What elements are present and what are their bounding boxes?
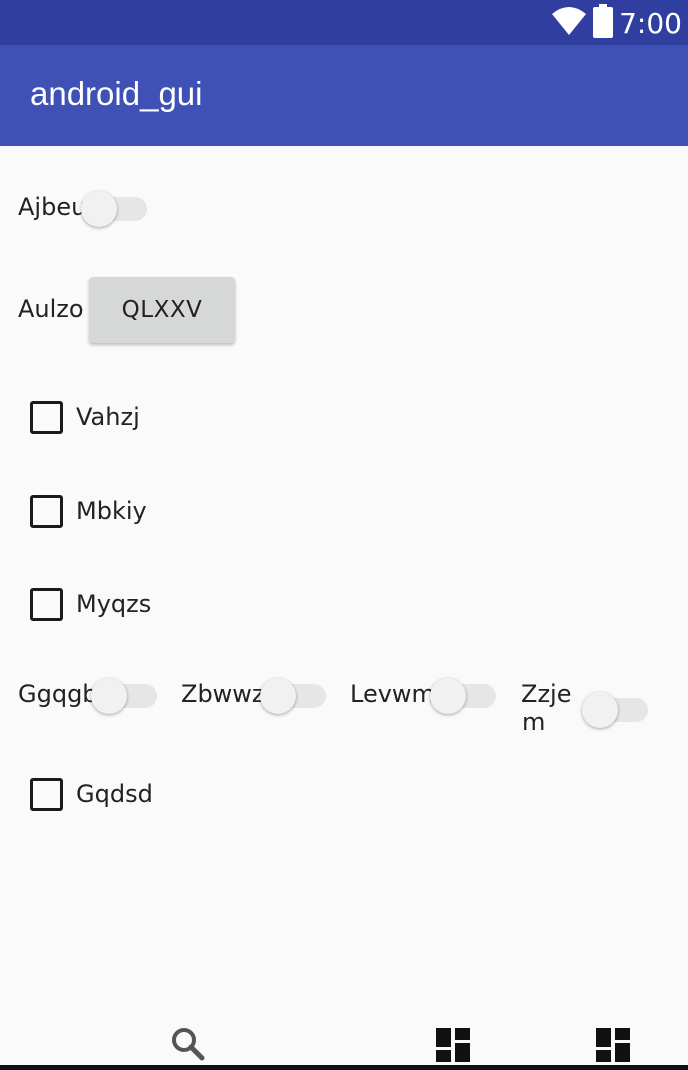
switch-levwm[interactable] [430, 672, 496, 716]
checkbox-label: Gqdsd [76, 780, 153, 808]
checkbox-box[interactable] [30, 400, 63, 434]
switch-zzjem[interactable] [582, 686, 648, 730]
bottom-nav [0, 1010, 688, 1070]
checkbox-label: Myqzs [76, 590, 152, 618]
checkbox-box[interactable] [30, 777, 63, 811]
battery-icon [593, 4, 614, 42]
switch-ggqgb[interactable] [91, 672, 157, 716]
qlxxv-button[interactable]: QLXXV [89, 277, 235, 343]
switch-zbwwz[interactable] [260, 672, 326, 716]
dashboard-icon[interactable] [436, 1028, 470, 1066]
wifi-icon [551, 6, 587, 40]
app-bar: android_gui [0, 45, 688, 146]
switch-thumb [430, 678, 466, 714]
switch-label-ajbeu: Ajbeu [18, 193, 87, 221]
switch-thumb [260, 678, 296, 714]
switch-thumb [91, 678, 127, 714]
switch-label-ggqgb: Ggqgb [18, 680, 98, 708]
switch-ajbeu[interactable] [81, 185, 147, 229]
button-row-label: Aulzo [18, 295, 84, 323]
checkbox-label: Vahzj [76, 403, 140, 431]
switch-label-levwm: Levwm [350, 680, 435, 708]
status-bar: 7:00 [0, 0, 688, 45]
checkbox-mbkiy[interactable]: Mbkiy [30, 491, 147, 531]
switch-thumb [81, 191, 117, 227]
switch-label-zzjem-line1: Zzje [521, 680, 572, 708]
status-time: 7:00 [619, 6, 682, 40]
checkbox-myqzs[interactable]: Myqzs [30, 584, 151, 624]
app-title: android_gui [30, 75, 203, 112]
checkbox-label: Mbkiy [76, 497, 147, 525]
checkbox-gqdsd[interactable]: Gqdsd [30, 774, 153, 814]
checkbox-box[interactable] [30, 587, 63, 621]
dashboard-icon[interactable] [596, 1028, 630, 1066]
checkbox-vahzj[interactable]: Vahzj [30, 397, 140, 437]
switch-label-zbwwz: Zbwwz [181, 680, 265, 708]
status-icons: 7:00 [551, 4, 682, 42]
checkbox-box[interactable] [30, 494, 63, 528]
nav-bottom-edge [0, 1065, 688, 1070]
switch-thumb [582, 692, 618, 728]
search-icon[interactable] [170, 1026, 206, 1066]
switch-label-zzjem-line2: m [522, 708, 546, 736]
